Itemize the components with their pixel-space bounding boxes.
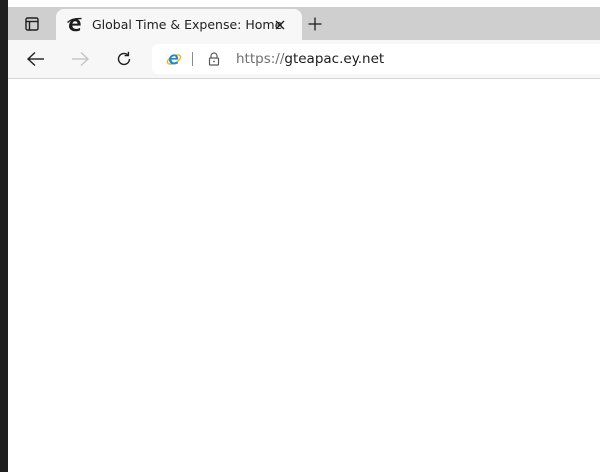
address-divider	[192, 52, 193, 66]
lock-icon[interactable]	[206, 51, 222, 67]
tab-title: Global Time & Expense: Home	[92, 17, 283, 32]
page-content	[8, 79, 600, 472]
browser-window: Global Time & Expense: Home https://gtea…	[0, 0, 600, 472]
url-host: gteapac.ey.net	[284, 51, 385, 67]
url-scheme: https://	[236, 51, 285, 67]
back-arrow-icon[interactable]	[24, 47, 48, 71]
internet-explorer-mode-icon[interactable]	[166, 51, 182, 67]
close-tab-icon[interactable]	[272, 17, 288, 33]
desktop-edge	[0, 0, 8, 472]
address-bar[interactable]: https://gteapac.ey.net	[152, 44, 600, 74]
tab-strip: Global Time & Expense: Home	[8, 7, 600, 40]
navigation-toolbar: https://gteapac.ey.net	[8, 40, 600, 79]
tab-active[interactable]: Global Time & Expense: Home	[56, 9, 302, 40]
tab-actions-icon[interactable]	[20, 13, 44, 35]
url-text[interactable]: https://gteapac.ey.net	[236, 51, 384, 67]
forward-arrow-icon[interactable]	[68, 47, 92, 71]
new-tab-icon[interactable]	[304, 13, 326, 35]
refresh-icon[interactable]	[112, 47, 136, 71]
edge-legacy-e-icon	[66, 16, 83, 33]
